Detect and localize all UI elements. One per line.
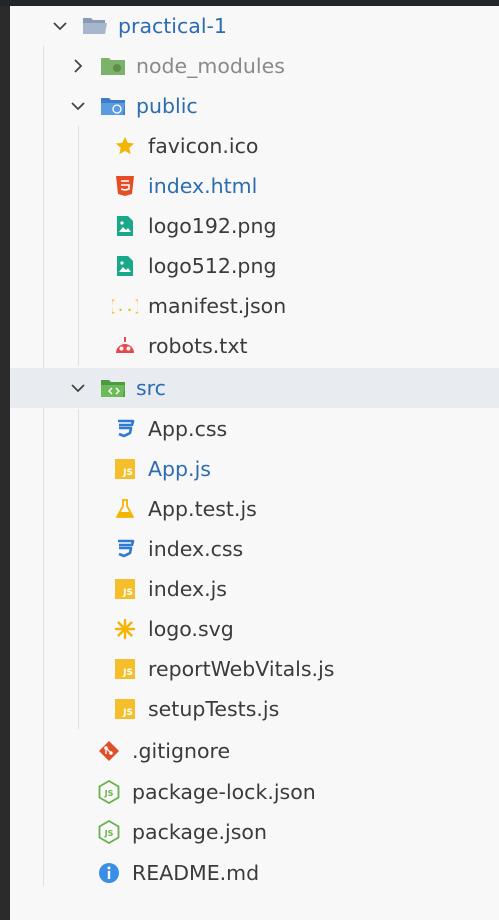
folder-label: node_modules xyxy=(136,54,285,78)
image-icon xyxy=(112,214,138,238)
chevron-right-icon[interactable] xyxy=(68,56,88,76)
tree-item-app-js[interactable]: JS App.js M xyxy=(10,449,499,489)
folder-src-icon xyxy=(100,376,126,400)
tree-item-public[interactable]: public xyxy=(10,86,499,126)
tree-item-favicon[interactable]: favicon.ico xyxy=(10,126,499,166)
tree-item-src[interactable]: src xyxy=(10,368,499,408)
file-label: setupTests.js xyxy=(148,697,280,721)
tree-item-readme[interactable]: README.md xyxy=(10,853,499,893)
tree-item-robots[interactable]: robots.txt xyxy=(10,326,499,366)
folder-label: src xyxy=(136,376,166,400)
folder-node-icon xyxy=(100,54,126,78)
tree-item-app-css[interactable]: App.css xyxy=(10,409,499,449)
tree-item-package-lock[interactable]: JS package-lock.json xyxy=(10,772,499,812)
chevron-down-icon[interactable] xyxy=(50,16,70,36)
file-label: index.html xyxy=(148,174,258,198)
tree-item-index-html[interactable]: index.html M xyxy=(10,166,499,206)
folder-label: practical-1 xyxy=(118,14,227,38)
file-label: package.json xyxy=(132,820,267,844)
css3-icon xyxy=(112,537,138,561)
tree-item-logo192[interactable]: logo192.png xyxy=(10,206,499,246)
svg-text:JS: JS xyxy=(104,829,114,838)
folder-label: public xyxy=(136,94,198,118)
file-label: package-lock.json xyxy=(132,780,316,804)
tree-item-node-modules[interactable]: node_modules xyxy=(10,46,499,86)
file-label: logo192.png xyxy=(148,214,277,238)
tree-item-manifest[interactable]: {..} manifest.json xyxy=(10,286,499,326)
tree-item-setup-tests[interactable]: JS setupTests.js xyxy=(10,689,499,729)
file-label: App.css xyxy=(148,417,228,441)
tree-item-report-web-vitals[interactable]: JS reportWebVitals.js xyxy=(10,649,499,689)
flask-icon xyxy=(112,497,138,521)
file-label: reportWebVitals.js xyxy=(148,657,335,681)
svg-text:JS: JS xyxy=(104,789,114,798)
chevron-down-icon[interactable] xyxy=(68,96,88,116)
tree-item-app-test[interactable]: App.test.js xyxy=(10,489,499,529)
tree-item-logo-svg[interactable]: logo.svg xyxy=(10,609,499,649)
css3-icon xyxy=(112,417,138,441)
robot-icon xyxy=(112,334,138,358)
file-label: favicon.ico xyxy=(148,134,259,158)
js-icon: JS xyxy=(112,697,138,721)
svg-asterisk-icon xyxy=(112,617,138,641)
file-label: README.md xyxy=(132,861,260,885)
js-icon: JS xyxy=(112,657,138,681)
nodejs-icon: JS xyxy=(96,820,122,844)
chevron-down-icon[interactable] xyxy=(68,378,88,398)
file-label: .gitignore xyxy=(132,739,231,763)
git-icon xyxy=(96,739,122,763)
file-label: manifest.json xyxy=(148,294,287,318)
js-icon: JS xyxy=(112,457,138,481)
file-label: App.js xyxy=(148,457,211,481)
file-label: logo.svg xyxy=(148,617,234,641)
tree-item-practical-1[interactable]: practical-1 xyxy=(10,6,499,46)
file-label: logo512.png xyxy=(148,254,277,278)
file-explorer: practical-1 node_modules public favicon.… xyxy=(10,6,499,920)
tree-item-index-css[interactable]: index.css xyxy=(10,529,499,569)
json-braces-icon: {..} xyxy=(112,294,138,318)
svg-text:{..}: {..} xyxy=(112,297,138,315)
image-icon xyxy=(112,254,138,278)
file-label: robots.txt xyxy=(148,334,248,358)
tree-item-package-json[interactable]: JS package.json xyxy=(10,812,499,852)
file-label: index.css xyxy=(148,537,244,561)
info-icon xyxy=(96,861,122,885)
nodejs-icon: JS xyxy=(96,780,122,804)
folder-public-icon xyxy=(100,94,126,118)
tree-item-logo512[interactable]: logo512.png xyxy=(10,246,499,286)
js-icon: JS xyxy=(112,577,138,601)
tree-item-index-js[interactable]: JS index.js xyxy=(10,569,499,609)
file-label: App.test.js xyxy=(148,497,257,521)
folder-open-icon xyxy=(82,14,108,38)
tree-item-gitignore[interactable]: .gitignore xyxy=(10,731,499,771)
html5-icon xyxy=(112,174,138,198)
file-label: index.js xyxy=(148,577,227,601)
star-icon xyxy=(112,134,138,158)
